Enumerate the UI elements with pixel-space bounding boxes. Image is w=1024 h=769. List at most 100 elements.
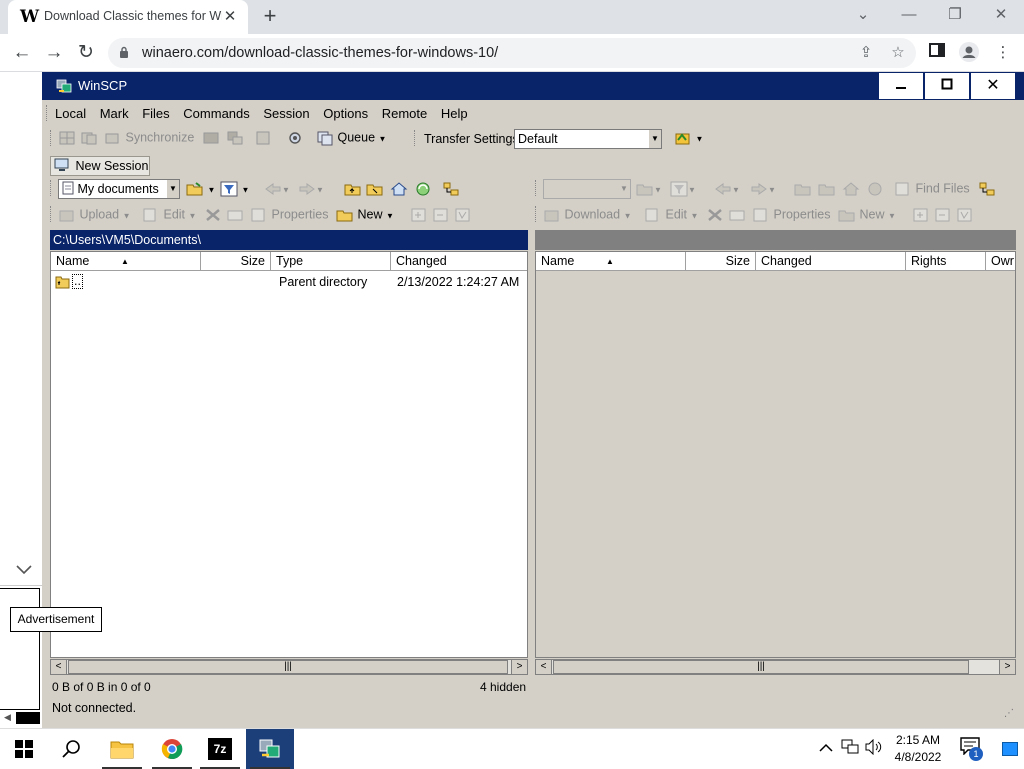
chevron-down-icon[interactable]: ▼ [618,180,630,198]
transfer-settings-select[interactable]: Default ▼ [514,129,662,149]
remote-forward-icon[interactable]: ▼ [750,181,776,197]
find-files-button[interactable]: Find Files [894,181,970,197]
remote-tree-view-icon[interactable] [978,181,996,197]
presets-dropdown-icon[interactable]: ▼ [695,134,703,143]
remote-new-button[interactable]: New ▼ [838,207,896,223]
toolbar-grip[interactable] [50,130,53,146]
forward-icon[interactable]: ▼ [298,181,324,197]
column-header-owner[interactable]: Owr [986,252,1015,271]
start-button[interactable] [0,729,48,769]
upload-button[interactable]: Upload ▼ [58,207,131,223]
taskbar-clock[interactable]: 2:15 AM 4/8/2022 [886,732,950,766]
delete-icon[interactable] [204,207,222,223]
winscp-title-bar[interactable]: WinSCP ✕ [42,72,1024,100]
side-panel-icon[interactable] [926,42,948,64]
unselect-files-icon[interactable] [432,207,450,223]
new-button[interactable]: New ▼ [336,207,394,223]
remote-root-directory-icon[interactable] [818,181,836,197]
local-horizontal-scrollbar[interactable]: < ||| > [50,659,528,675]
local-location-select[interactable]: My documents ▼ [58,179,180,199]
select-files-icon[interactable] [410,207,428,223]
column-header-size[interactable]: Size [201,252,271,271]
menu-mark[interactable]: Mark [95,102,134,125]
back-arrow-icon[interactable]: ← [9,41,35,65]
chevron-down-icon[interactable]: ▼ [167,180,179,198]
refresh-icon[interactable] [414,181,432,197]
hidden-count[interactable]: 4 hidden [480,680,526,694]
maximize-button[interactable] [925,73,969,99]
queue-dropdown-icon[interactable]: ▼ [379,134,387,143]
remote-delete-icon[interactable] [706,207,724,223]
putty-icon[interactable] [226,130,244,146]
7zip-taskbar-button[interactable]: 7z [196,729,244,769]
toolbar-grip[interactable] [50,180,53,196]
column-header-rights[interactable]: Rights [906,252,986,271]
address-bar[interactable]: winaero.com/download-classic-themes-for-… [108,38,916,68]
browser-menu-icon[interactable]: ⋮ [992,42,1014,64]
remote-unselect-files-icon[interactable] [934,207,952,223]
tree-view-icon[interactable] [442,181,460,197]
remote-location-select[interactable]: ▼ [543,179,631,199]
column-header-type[interactable]: Type [271,252,391,271]
compare-directories-icon[interactable] [58,130,76,146]
queue-button[interactable]: Queue ▼ [316,130,386,146]
winscp-taskbar-button[interactable] [246,729,294,769]
open-directory-icon[interactable]: ▼ [186,181,215,197]
remote-parent-directory-icon[interactable] [794,181,812,197]
select-all-icon[interactable] [454,207,472,223]
menu-local[interactable]: Local [50,102,91,125]
toolbar-grip[interactable] [414,130,417,146]
tab-close-icon[interactable]: ✕ [220,7,240,27]
home-icon[interactable] [390,181,408,197]
remote-open-directory-icon[interactable]: ▼ [636,181,662,197]
toolbar-grip[interactable] [535,206,538,222]
remote-filter-icon[interactable]: ▼ [670,181,696,197]
remote-horizontal-scrollbar[interactable]: < ||| > [535,659,1016,675]
remote-select-all-icon[interactable] [956,207,974,223]
menu-session[interactable]: Session [258,102,314,125]
scroll-thumb[interactable]: ||| [553,660,969,674]
new-tab-button[interactable]: + [258,5,282,29]
menu-options[interactable]: Options [318,102,373,125]
menu-files[interactable]: Files [137,102,174,125]
show-hidden-icons-chevron-icon[interactable] [816,739,836,759]
remote-back-icon[interactable]: ▼ [714,181,740,197]
keep-remote-up-to-date-icon[interactable] [80,130,98,146]
column-header-changed[interactable]: Changed [391,252,527,271]
new-session-tab[interactable]: New Session [50,156,150,176]
parent-directory-icon[interactable] [344,181,362,197]
column-header-size[interactable]: Size [686,252,756,271]
table-row[interactable]: .. Parent directory 2/13/2022 1:24:27 AM [55,274,525,290]
synchronize-button[interactable]: Synchronize [104,130,194,146]
column-header-changed[interactable]: Changed [756,252,906,271]
remote-rename-icon[interactable] [728,207,746,223]
open-terminal-icon[interactable] [202,130,220,146]
root-directory-icon[interactable] [366,181,384,197]
transfer-presets-button[interactable]: ▼ [674,130,703,146]
browser-tab[interactable]: W Download Classic themes for Wi ✕ [8,0,248,34]
column-header-name[interactable]: Name ▲ [51,252,201,271]
find-files-toolbar-icon[interactable] [254,130,272,146]
profile-avatar-icon[interactable] [958,42,980,64]
browser-close-button[interactable]: ✕ [986,4,1016,26]
scroll-left-icon[interactable]: < [536,660,552,674]
local-file-list[interactable]: Name ▲ Size Type Changed .. Parent direc… [50,251,528,658]
file-explorer-taskbar-button[interactable] [98,729,146,769]
remote-edit-button[interactable]: Edit ▼ [644,207,698,223]
toolbar-grip[interactable] [50,206,53,222]
scroll-right-icon[interactable]: > [511,660,527,674]
share-icon[interactable]: ⇪ [856,43,876,63]
show-desktop-button[interactable] [1000,739,1020,759]
chrome-taskbar-button[interactable] [148,729,196,769]
toolbar-grip[interactable] [535,180,538,196]
forward-arrow-icon[interactable]: → [41,41,67,65]
properties-button[interactable]: Properties [250,207,328,223]
reload-icon[interactable]: ↻ [73,41,99,65]
remote-properties-button[interactable]: Properties [752,207,830,223]
browser-minimize-button[interactable]: — [894,4,924,26]
menu-commands[interactable]: Commands [178,102,254,125]
bookmark-star-icon[interactable]: ☆ [888,43,908,63]
filter-icon[interactable]: ▼ [220,181,249,197]
action-center-button[interactable]: 1 [960,737,983,761]
close-button[interactable]: ✕ [971,73,1015,99]
